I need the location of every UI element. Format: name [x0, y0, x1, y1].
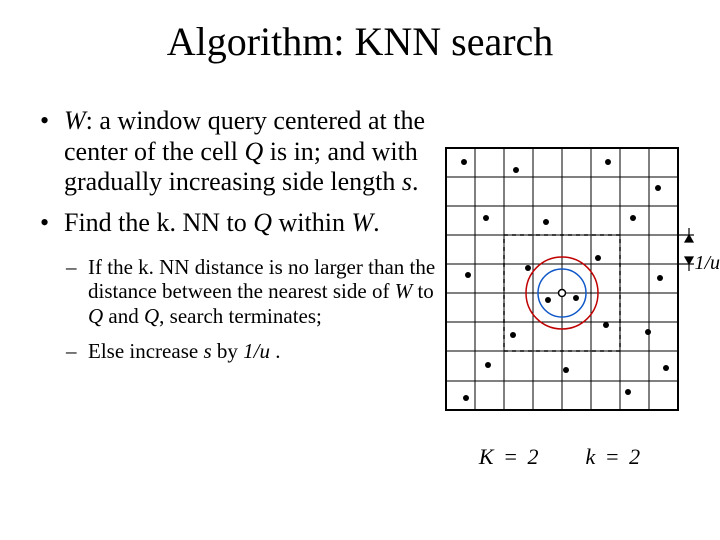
var-Q: Q [253, 208, 272, 237]
text: and [103, 304, 144, 328]
text: within [272, 208, 351, 237]
bullet-2: Find the k. NN to Q within W. [64, 208, 440, 239]
bullet-list: W: a window query centered at the center… [30, 106, 440, 239]
var-Q: Q [244, 137, 263, 166]
grid-diagram [438, 140, 718, 440]
text: If the k. NN distance is no larger than … [88, 255, 435, 304]
sub-bullet-list: If the k. NN distance is no larger than … [30, 255, 440, 364]
text: by [212, 339, 244, 363]
text: . [373, 208, 380, 237]
slide-title: Algorithm: KNN search [0, 18, 720, 65]
label-1u: 1/u [694, 252, 720, 274]
var-s: s [402, 167, 412, 196]
var-s: s [203, 339, 211, 363]
text: . [412, 167, 419, 196]
var-Q: Q [88, 304, 103, 328]
var-W: W [395, 279, 413, 303]
figure-caption: K = 2 k = 2 [438, 444, 683, 470]
sub-bullet-2: Else increase s by 1/u . [88, 339, 440, 364]
cap-K: K = 2 [479, 444, 541, 469]
bullet-1: W: a window query centered at the center… [64, 106, 440, 198]
text: . [270, 339, 281, 363]
slide-body: W: a window query centered at the center… [30, 106, 440, 374]
var-W: W [351, 208, 373, 237]
slide: Algorithm: KNN search W: a window query … [0, 0, 720, 540]
u-label: 1/u [694, 252, 720, 275]
var-W: W [64, 106, 86, 135]
text: , search terminates; [159, 304, 322, 328]
cap-k: k = 2 [585, 444, 642, 469]
text: Find the k. NN to [64, 208, 253, 237]
var-Q: Q [144, 304, 159, 328]
text: Else increase [88, 339, 203, 363]
sub-bullet-1: If the k. NN distance is no larger than … [88, 255, 440, 329]
text: to [412, 279, 434, 303]
knn-figure: 1/u K = 2 k = 2 [438, 140, 718, 470]
var-1u: 1/u [243, 339, 270, 363]
